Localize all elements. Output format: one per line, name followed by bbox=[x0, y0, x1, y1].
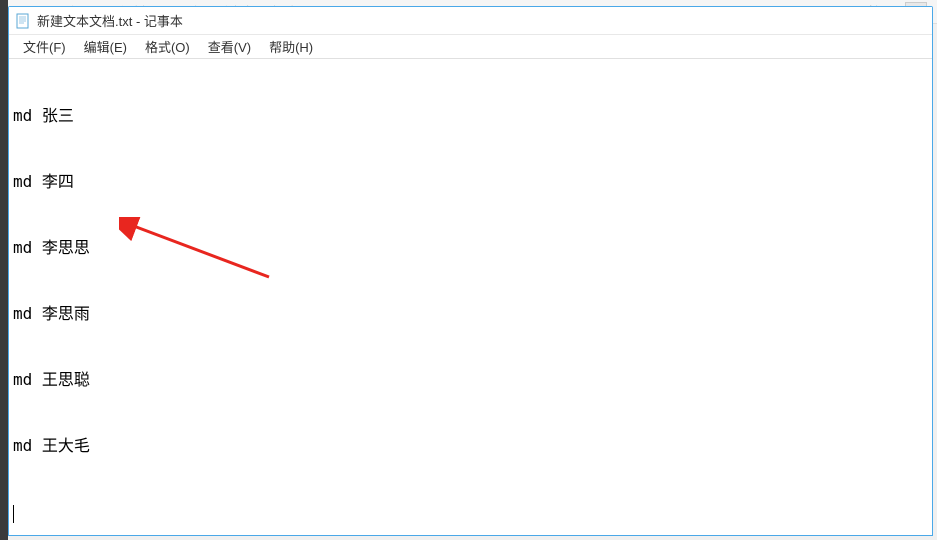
cursor-row bbox=[13, 501, 928, 523]
text-line: md 李四 bbox=[13, 171, 928, 193]
notepad-icon bbox=[15, 13, 31, 29]
notepad-window: 新建文本文档.txt - 记事本 文件(F) 编辑(E) 格式(O) 查看(V)… bbox=[8, 6, 933, 536]
title-bar[interactable]: 新建文本文档.txt - 记事本 bbox=[9, 7, 932, 35]
left-edge-strip bbox=[0, 0, 8, 540]
menu-format[interactable]: 格式(O) bbox=[137, 35, 198, 58]
menu-edit[interactable]: 编辑(E) bbox=[76, 35, 135, 58]
text-line: md 李思雨 bbox=[13, 303, 928, 325]
text-cursor bbox=[13, 505, 14, 523]
text-line: md 王大毛 bbox=[13, 435, 928, 457]
window-title: 新建文本文档.txt - 记事本 bbox=[37, 11, 183, 30]
text-editor-area[interactable]: md 张三 md 李四 md 李思思 md 李思雨 md 王思聪 md 王大毛 bbox=[9, 59, 932, 535]
menu-view[interactable]: 查看(V) bbox=[200, 35, 259, 58]
text-line: md 王思聪 bbox=[13, 369, 928, 391]
menu-help[interactable]: 帮助(H) bbox=[261, 35, 321, 58]
menu-file[interactable]: 文件(F) bbox=[15, 35, 74, 58]
text-line: md 李思思 bbox=[13, 237, 928, 259]
menu-bar: 文件(F) 编辑(E) 格式(O) 查看(V) 帮助(H) bbox=[9, 35, 932, 59]
text-line: md 张三 bbox=[13, 105, 928, 127]
